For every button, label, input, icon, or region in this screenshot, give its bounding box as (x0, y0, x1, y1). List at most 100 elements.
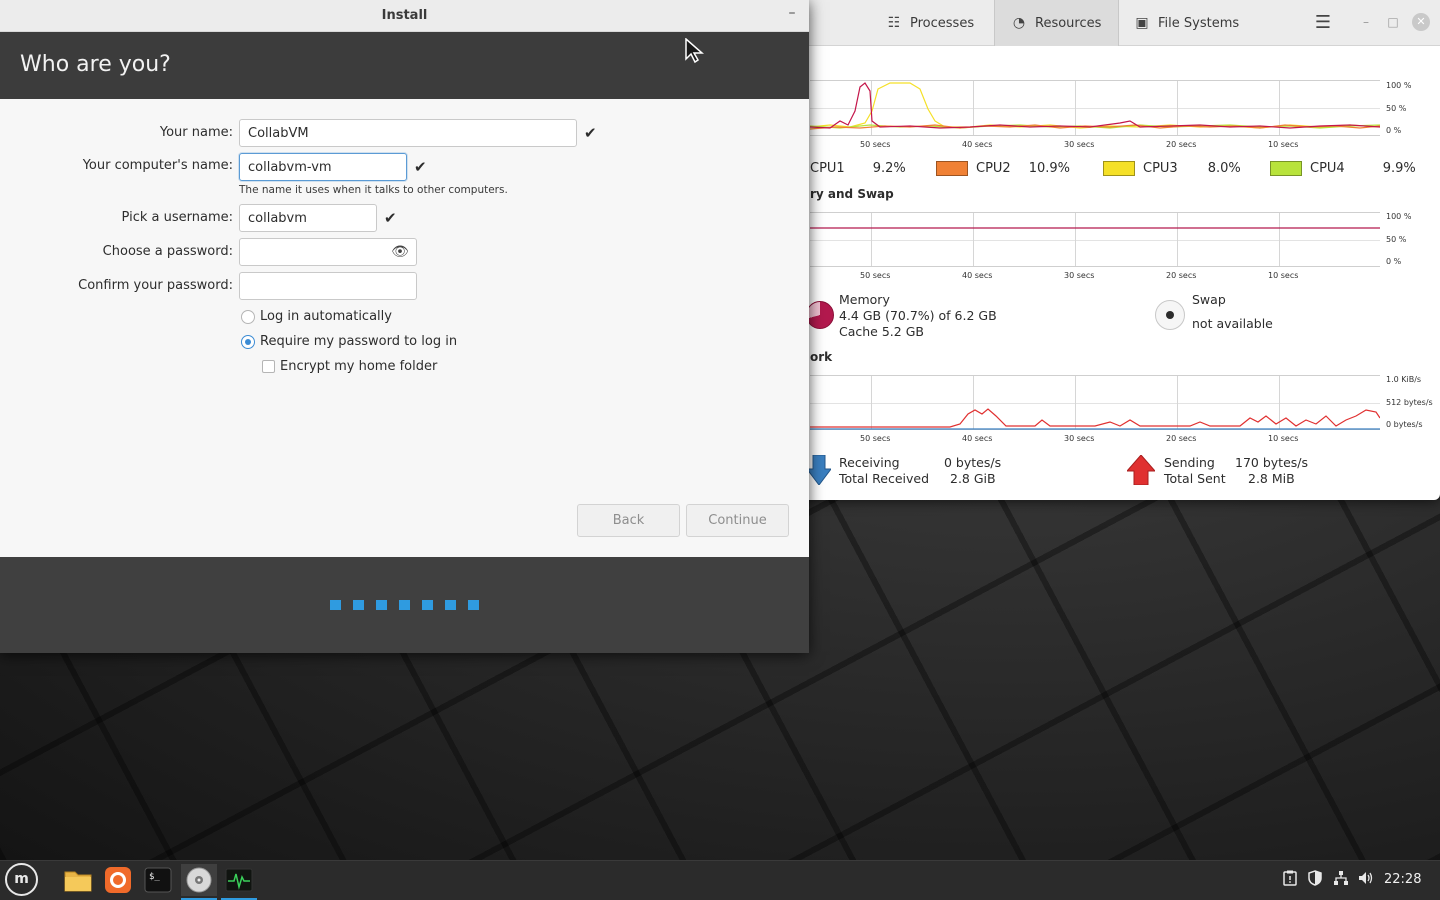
firefox-icon[interactable] (102, 864, 134, 896)
username-input[interactable] (239, 204, 377, 232)
install-titlebar[interactable]: Install (0, 0, 809, 32)
cpu3-legend: CPU3 8.0% (1103, 159, 1241, 177)
clipboard-icon[interactable] (1281, 870, 1299, 890)
receiving-value: 0 bytes/s (944, 455, 1002, 470)
volume-icon[interactable] (1357, 870, 1375, 890)
total-sent-value: 2.8 MiB (1248, 471, 1295, 486)
mem-ytick-50: 50 % (1386, 235, 1407, 244)
mem-xtick: 50 secs (860, 271, 891, 280)
net-xtick: 30 secs (1064, 434, 1095, 443)
cpu1-label: CPU1 (810, 160, 845, 176)
gauge-icon: ◔ (1012, 15, 1026, 31)
cpu2-label: CPU2 (976, 160, 1011, 176)
minimize-icon[interactable]: – (1357, 13, 1375, 31)
cpu1-legend: CPU1 9.2% (810, 159, 906, 177)
system-monitor-icon[interactable] (221, 864, 257, 900)
progress-dot (330, 600, 341, 610)
progress-dot (353, 600, 364, 610)
cpu-xtick: 10 secs (1268, 140, 1299, 149)
encrypt-home-checkbox-option[interactable]: Encrypt my home folder (262, 359, 437, 374)
password-label: Choose a password: (102, 244, 233, 259)
cpu4-color-swatch[interactable] (1270, 160, 1302, 176)
back-button[interactable]: Back (577, 504, 680, 537)
close-icon[interactable]: ✕ (1412, 13, 1430, 31)
mem-ytick-0: 0 % (1386, 257, 1402, 266)
swap-indicator (1155, 300, 1185, 330)
receiving-values: 0 bytes/s 2.8 GiB (944, 455, 1001, 487)
tab-file-systems-label: File Systems (1158, 15, 1240, 31)
cpu-lines (810, 82, 1380, 130)
cpu4-value: 9.9% (1382, 160, 1416, 176)
mem-xtick: 10 secs (1268, 271, 1299, 280)
tab-processes-label: Processes (910, 15, 975, 31)
sending-arrow-icon[interactable] (1127, 455, 1155, 485)
progress-dot (376, 600, 387, 610)
sending-label: Sending (1164, 455, 1215, 470)
total-received-label: Total Received (839, 471, 930, 486)
tab-file-systems[interactable]: ▣ File Systems (1118, 0, 1255, 46)
taskbar-clock[interactable]: 22:28 (1384, 870, 1421, 890)
auto-login-label: Log in automatically (260, 309, 392, 324)
receiving-info: Receiving Total Received (839, 455, 929, 487)
memory-section-title: ry and Swap (810, 187, 894, 201)
progress-dot (422, 600, 433, 610)
memory-usage: 4.4 GB (70.7%) of 6.2 GB (839, 308, 997, 323)
receiving-label: Receiving (839, 455, 900, 470)
confirm-password-label: Confirm your password: (78, 278, 233, 293)
encrypt-home-checkbox[interactable] (262, 360, 275, 373)
progress-dot (468, 600, 479, 610)
cpu3-value: 8.0% (1207, 160, 1241, 176)
terminal-icon[interactable]: $_ (142, 864, 174, 896)
computer-name-valid-check-icon: ✔ (414, 158, 427, 176)
swap-title: Swap (1192, 292, 1226, 307)
svg-text:$_: $_ (149, 872, 160, 882)
receiving-arrow-icon[interactable] (807, 455, 831, 485)
auto-login-radio[interactable] (241, 309, 255, 324)
network-icon[interactable] (1332, 870, 1350, 890)
cpu3-color-swatch[interactable] (1103, 160, 1135, 176)
install-window: Install – Who are you? Your name: ✔ Your… (0, 0, 809, 653)
hamburger-menu-icon[interactable]: ☰ (1312, 12, 1334, 34)
install-disc-icon[interactable] (181, 864, 217, 900)
net-xtick: 50 secs (860, 434, 891, 443)
minimize-icon[interactable]: – (784, 6, 800, 22)
cpu-xtick: 40 secs (962, 140, 993, 149)
sending-values: 170 bytes/s 2.8 MiB (1235, 455, 1308, 487)
progress-dot (399, 600, 410, 610)
shield-icon[interactable] (1306, 870, 1324, 890)
network-lines (810, 408, 1380, 430)
cpu-ytick-0: 0 % (1386, 126, 1402, 135)
tab-resources[interactable]: ◔ Resources (994, 0, 1119, 46)
cpu-ytick-100: 100 % (1386, 81, 1412, 90)
auto-login-radio-option[interactable]: Log in automatically (241, 309, 392, 324)
cpu-ytick-50: 50 % (1386, 104, 1407, 113)
tab-processes[interactable]: ☷ Processes (870, 0, 990, 46)
net-xtick: 20 secs (1166, 434, 1197, 443)
memory-pie-chart[interactable] (806, 301, 834, 329)
cpu1-value: 9.2% (872, 160, 906, 176)
name-valid-check-icon: ✔ (584, 124, 597, 142)
memory-line (810, 227, 1380, 229)
mint-menu-logo-icon[interactable]: m (5, 863, 38, 896)
confirm-password-input[interactable] (239, 272, 417, 300)
computer-name-input[interactable] (239, 153, 407, 181)
username-valid-check-icon: ✔ (384, 209, 397, 227)
require-password-radio-option[interactable]: Require my password to log in (241, 334, 457, 349)
continue-button[interactable]: Continue (686, 504, 789, 537)
show-password-eye-icon[interactable]: 👁 (390, 243, 410, 261)
cpu2-value: 10.9% (1028, 160, 1071, 176)
maximize-icon[interactable]: □ (1384, 13, 1402, 31)
memory-title: Memory (839, 292, 890, 307)
cpu2-color-swatch[interactable] (936, 160, 968, 176)
mem-xtick: 30 secs (1064, 271, 1095, 280)
your-name-input[interactable] (239, 119, 577, 147)
files-icon[interactable] (62, 864, 94, 896)
mouse-cursor-icon (685, 38, 704, 64)
cpu-xtick: 30 secs (1064, 140, 1095, 149)
cpu2-legend: CPU2 10.9% (936, 159, 1070, 177)
total-received-value: 2.8 GiB (950, 471, 996, 486)
sending-info: Sending Total Sent (1164, 455, 1226, 487)
memory-history-graph (810, 212, 1380, 267)
net-ytick-high: 1.0 KiB/s (1386, 375, 1422, 384)
require-password-radio[interactable] (241, 334, 255, 349)
